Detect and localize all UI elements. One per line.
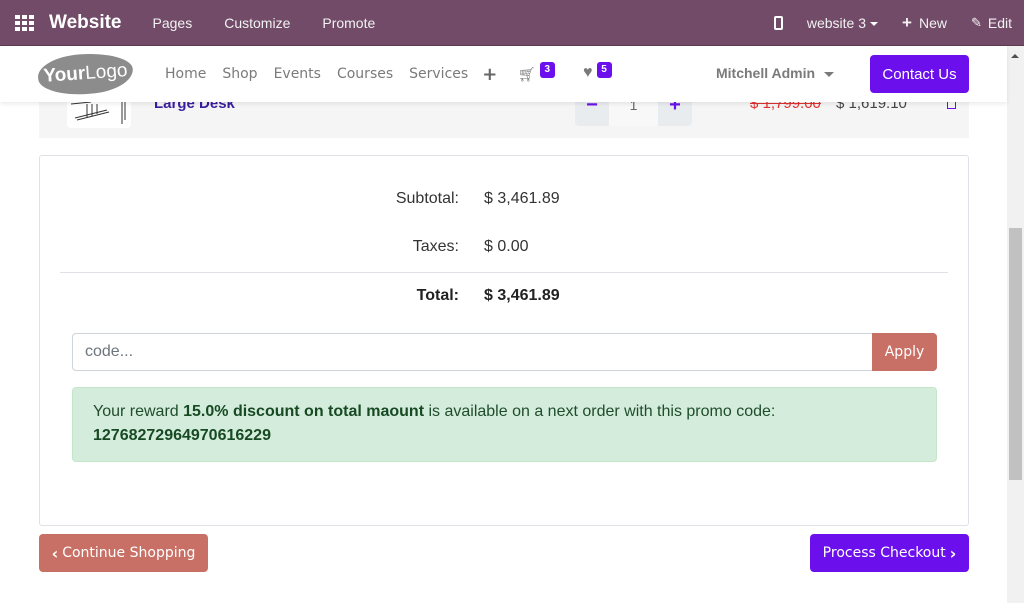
apps-menu-icon[interactable] (15, 14, 35, 31)
subtotal-value: $ 3,461.89 (484, 190, 560, 207)
order-summary-card: Subtotal: $ 3,461.89 Taxes: $ 0.00 Total… (39, 155, 969, 526)
chevron-left-icon: ‹ (51, 543, 59, 563)
nav-services[interactable]: Services (409, 66, 468, 82)
plus-icon: + (902, 13, 912, 32)
process-checkout-button[interactable]: Process Checkout › (810, 534, 969, 572)
logo-text-bold: Your (42, 63, 86, 87)
reward-alert: Your reward 15.0% discount on total maou… (72, 387, 937, 462)
nav-events[interactable]: Events (274, 66, 321, 82)
contact-us-button[interactable]: Contact Us (870, 55, 969, 93)
wishlist-count-badge: 5 (596, 62, 612, 78)
edit-button-label: Edit (987, 15, 1012, 31)
subtotal-label: Subtotal: (395, 190, 459, 207)
main-nav: Home Shop Events Courses Services + (165, 46, 497, 102)
promo-code-input[interactable] (72, 333, 872, 371)
new-button-label: New (918, 15, 947, 31)
website-selector-label: website 3 (806, 15, 867, 31)
pencil-icon: ✎ (970, 15, 982, 30)
reward-text-middle: is available on a next order with this p… (424, 403, 776, 420)
nav-shop[interactable]: Shop (222, 66, 257, 82)
website-selector[interactable]: website 3 (806, 15, 879, 31)
reward-text-prefix: Your reward (93, 403, 184, 420)
wishlist-link[interactable]: ♥ 5 (583, 62, 612, 82)
apply-promo-button[interactable]: Apply (872, 333, 937, 371)
page-scrollbar[interactable] (1007, 46, 1024, 603)
site-logo[interactable]: Your Logo (36, 50, 135, 98)
app-brand[interactable]: Website (49, 12, 122, 34)
reward-description: 15.0% discount on total maount (183, 403, 425, 420)
continue-shopping-button[interactable]: ‹ Continue Shopping (39, 534, 208, 572)
mobile-preview-icon[interactable] (773, 16, 783, 30)
cart-link[interactable]: 🛒︎ 3 (518, 62, 555, 83)
website-header: Your Logo Home Shop Events Courses Servic… (0, 46, 1007, 102)
admin-navbar: Website Pages Customize Promote website … (0, 0, 1024, 46)
logo-text-light: Logo (84, 60, 129, 84)
process-checkout-label: Process Checkout (822, 545, 946, 561)
admin-menu-promote[interactable]: Promote (322, 15, 375, 31)
chevron-right-icon: › (949, 543, 957, 563)
user-name: Mitchell Admin (716, 65, 816, 81)
admin-menu-pages[interactable]: Pages (153, 15, 193, 31)
promo-code-form: Apply (72, 333, 937, 371)
scrollbar-thumb[interactable] (1009, 228, 1022, 480)
total-label: Total: (416, 287, 459, 304)
edit-button[interactable]: ✎ Edit (971, 15, 1012, 31)
shopping-cart-icon: 🛒︎ (518, 66, 536, 82)
taxes-value: $ 0.00 (484, 238, 529, 255)
taxes-label: Taxes: (412, 238, 459, 255)
continue-shopping-label: Continue Shopping (62, 545, 196, 561)
add-menu-item-icon[interactable]: + (482, 64, 497, 85)
caret-down-icon (870, 22, 879, 27)
nav-home[interactable]: Home (165, 66, 206, 82)
summary-divider (60, 272, 948, 273)
scroll-up-arrow-icon[interactable] (1011, 54, 1019, 58)
user-menu[interactable]: Mitchell Admin (716, 65, 835, 81)
total-value: $ 3,461.89 (484, 287, 560, 304)
admin-menu-customize[interactable]: Customize (224, 15, 290, 31)
heart-icon: ♥ (583, 64, 593, 81)
promo-code-value: 12768272964970616229 (93, 427, 271, 444)
new-button[interactable]: + New (902, 13, 947, 33)
nav-courses[interactable]: Courses (337, 66, 393, 82)
caret-down-icon (824, 71, 835, 77)
cart-count-badge: 3 (539, 62, 555, 78)
